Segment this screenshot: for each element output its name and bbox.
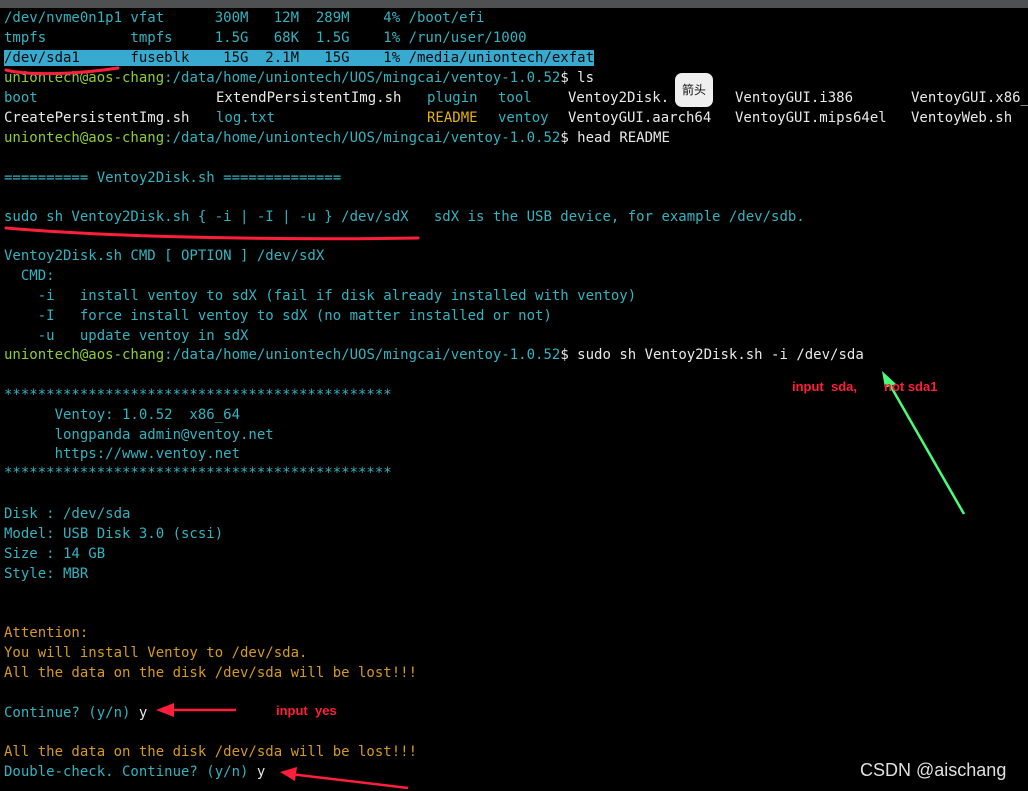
double-check-answer: y bbox=[256, 764, 266, 780]
attention-title: Attention: bbox=[4, 625, 89, 641]
continue-answer: y bbox=[138, 705, 148, 721]
ls-entry-ventoy2disk: Ventoy2Disk. bbox=[568, 90, 670, 106]
prompt-path: :/data/home/uniontech/UOS/mingcai/ventoy… bbox=[164, 130, 561, 146]
prompt-user-host: uniontech@aos-chang bbox=[4, 130, 165, 146]
disk-size: Size : 14 GB bbox=[4, 546, 106, 562]
df-row-sda1: /dev/sda1 fuseblk 15G 2.1M 15G 1% /media… bbox=[4, 48, 595, 68]
prompt-user-host: uniontech@aos-chang bbox=[4, 70, 165, 86]
ls-entry-gui-aarch64: VentoyGUI.aarch64 bbox=[568, 110, 712, 126]
readme-syntax: Ventoy2Disk.sh CMD [ OPTION ] /dev/sdX bbox=[4, 248, 325, 264]
attention-install: You will install Ventoy to /dev/sda. bbox=[4, 645, 308, 661]
attention-data-lost: All the data on the disk /dev/sda will b… bbox=[4, 665, 418, 681]
prompt-path: :/data/home/uniontech/UOS/mingcai/ventoy… bbox=[164, 70, 561, 86]
ls-entry-extend: ExtendPersistentImg.sh bbox=[216, 90, 402, 106]
double-check-question: Double-check. Continue? (y/n) bbox=[4, 764, 257, 780]
ls-entry-gui-x86: VentoyGUI.x86_ bbox=[911, 90, 1028, 106]
command-text: ls bbox=[568, 70, 595, 86]
continue-prompt: Continue? (y/n) y bbox=[4, 703, 147, 723]
disk-device: Disk : /dev/sda bbox=[4, 506, 131, 522]
ls-entry-readme: README bbox=[427, 110, 478, 126]
annotation-input-sda: input sda, bbox=[792, 379, 857, 394]
double-check-prompt: Double-check. Continue? (y/n) y bbox=[4, 762, 265, 782]
terminal-output[interactable]: /dev/nvme0n1p1 vfat 300M 12M 289M 4% /bo… bbox=[4, 8, 1028, 791]
annotation-not-sda1: not sda1 bbox=[884, 379, 938, 394]
banner-stars-bottom: ****************************************… bbox=[4, 465, 392, 481]
ls-entry-log: log.txt bbox=[216, 110, 276, 126]
banner-author: longpanda admin@ventoy.net bbox=[4, 427, 274, 443]
disk-model: Model: USB Disk 3.0 (scsi) bbox=[4, 526, 224, 542]
readme-option-u: -u update ventoy in sdX bbox=[4, 328, 249, 344]
annotation-input-yes: input yes bbox=[276, 703, 337, 718]
readme-cmd: CMD: bbox=[4, 268, 55, 284]
prompt-symbol: $ bbox=[560, 347, 569, 363]
continue-question: Continue? (y/n) bbox=[4, 705, 139, 721]
ls-entry-boot: boot bbox=[4, 90, 38, 106]
prompt-line-install: uniontech@aos-chang:/data/home/uniontech… bbox=[4, 345, 864, 365]
command-text: sudo sh Ventoy2Disk.sh -i /dev/sda bbox=[568, 347, 864, 363]
ls-entry-plugin: plugin bbox=[427, 90, 478, 106]
prompt-user-host: uniontech@aos-chang bbox=[4, 347, 165, 363]
prompt-line-ls: uniontech@aos-chang:/data/home/uniontech… bbox=[4, 68, 594, 88]
ls-entry-web: VentoyWeb.sh bbox=[911, 110, 1013, 126]
ls-entry-create: CreatePersistentImg.sh bbox=[4, 110, 190, 126]
data-lost-warning: All the data on the disk /dev/sda will b… bbox=[4, 744, 418, 760]
readme-option-i: -i install ventoy to sdX (fail if disk a… bbox=[4, 288, 637, 304]
banner-version: Ventoy: 1.0.52 x86_64 bbox=[4, 407, 241, 423]
ls-entry-tool: tool bbox=[498, 90, 532, 106]
usage-command: sudo sh Ventoy2Disk.sh { -i | -I | -u } … bbox=[4, 209, 409, 225]
prompt-path: :/data/home/uniontech/UOS/mingcai/ventoy… bbox=[164, 347, 561, 363]
readme-option-force: -I force install ventoy to sdX (no matte… bbox=[4, 308, 552, 324]
usage-note: sdX is the USB device, for example /dev/… bbox=[408, 209, 805, 225]
ls-entry-gui-mips: VentoyGUI.mips64el bbox=[735, 110, 887, 126]
prompt-line-head: uniontech@aos-chang:/data/home/uniontech… bbox=[4, 128, 670, 148]
prompt-symbol: $ bbox=[560, 70, 569, 86]
selected-text-highlight: /dev/sda1 fuseblk 15G 2.1M 15G 1% /media… bbox=[4, 50, 595, 66]
df-row-tmpfs: tmpfs tmpfs 1.5G 68K 1.5G 1% /run/user/1… bbox=[4, 30, 527, 46]
banner-site: https://www.ventoy.net bbox=[4, 446, 241, 462]
banner-stars-top: ****************************************… bbox=[4, 387, 392, 403]
df-row-boot-efi: /dev/nvme0n1p1 vfat 300M 12M 289M 4% /bo… bbox=[4, 10, 485, 26]
command-text: head README bbox=[568, 130, 670, 146]
readme-usage: sudo sh Ventoy2Disk.sh { -i | -I | -u } … bbox=[4, 207, 805, 227]
window-top-bar bbox=[0, 0, 1028, 8]
disk-style: Style: MBR bbox=[4, 566, 89, 582]
prompt-symbol: $ bbox=[560, 130, 569, 146]
ls-entry-ventoy: ventoy bbox=[498, 110, 549, 126]
readme-header: ========== Ventoy2Disk.sh ============== bbox=[4, 170, 342, 186]
ls-entry-gui-i386: VentoyGUI.i386 bbox=[735, 90, 854, 106]
watermark: CSDN @aischang bbox=[860, 760, 1007, 780]
arrow-tooltip: 箭头 bbox=[675, 73, 713, 107]
